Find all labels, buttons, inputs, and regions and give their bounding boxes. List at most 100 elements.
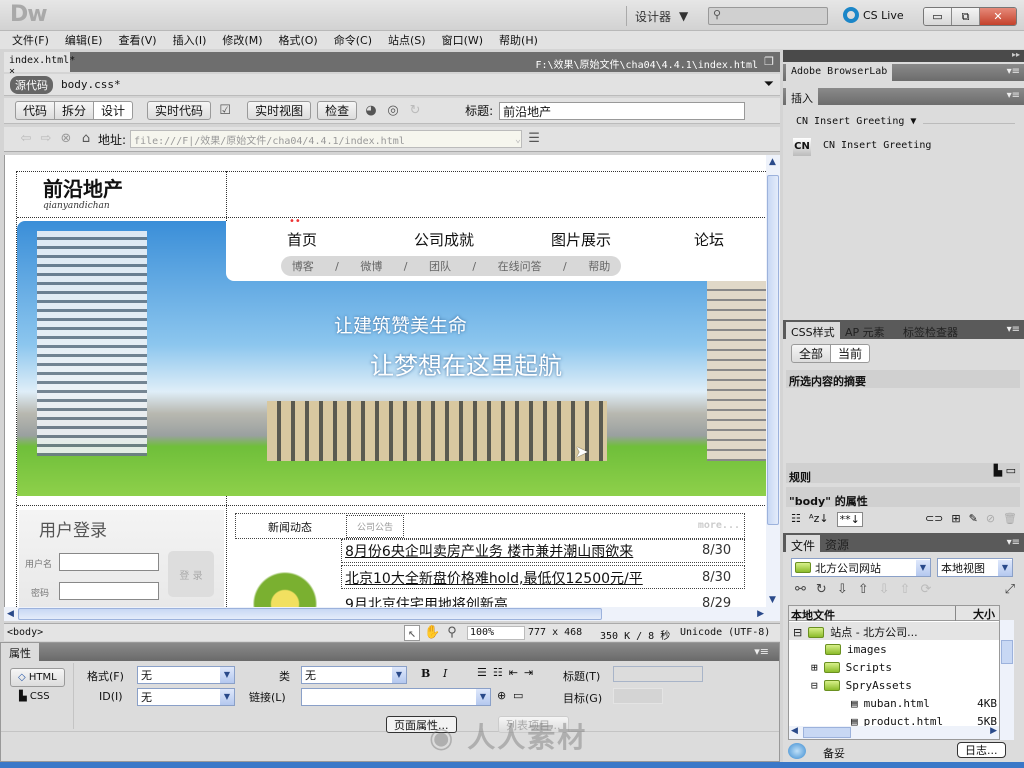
class-select[interactable]: 无 ▼ <box>301 666 407 684</box>
ordered-list-icon[interactable]: ☷ <box>493 666 503 679</box>
inspect-button[interactable]: 检查 <box>317 101 358 120</box>
delete-icon[interactable]: 🗑 <box>1003 512 1017 527</box>
set-properties-icon[interactable]: **↓ <box>836 512 863 527</box>
refresh-icon[interactable]: ↻ <box>816 582 827 597</box>
tab-announcements[interactable]: 公司公告 <box>346 515 405 538</box>
col-local-files[interactable]: 本地文件 <box>791 607 835 623</box>
stop-icon[interactable]: ⊗ <box>58 131 74 147</box>
panel-menu-icon[interactable]: ▾≡ <box>1007 324 1020 335</box>
css-all-button[interactable]: 全部 <box>791 344 832 363</box>
tree-item-site-root[interactable]: ⊟ 站点 - 北方公司... <box>793 624 918 640</box>
tab-assets[interactable]: 资源 <box>825 536 849 553</box>
target-select[interactable] <box>613 688 663 704</box>
connect-icon[interactable]: ⚯ <box>795 582 806 597</box>
tree-item-scripts[interactable]: ⊞ Scripts <box>811 661 892 674</box>
tab-browserlab[interactable]: Adobe BrowserLab <box>786 64 893 81</box>
menu-edit[interactable]: 编辑(E) <box>65 32 103 48</box>
file-tree-hscrollbar[interactable]: ◀ ▶ <box>789 726 999 739</box>
help-search-input[interactable]: ⚲ <box>708 7 828 25</box>
panel-menu-icon[interactable]: ▾≡ <box>1007 90 1020 101</box>
view-select[interactable]: 本地视图 ▼ <box>937 558 1013 577</box>
panel-menu-icon[interactable]: ▾≡ <box>1007 537 1020 548</box>
indent-icon[interactable]: ⇥ <box>524 666 533 679</box>
split-view-button[interactable]: 拆分 <box>54 101 95 120</box>
rules-view-icon[interactable]: ▙ ▭ <box>994 464 1016 477</box>
menu-site[interactable]: 站点(S) <box>388 32 426 48</box>
zoom-select[interactable]: 100% <box>467 626 525 640</box>
menu-window[interactable]: 窗口(W) <box>442 32 483 48</box>
home-icon[interactable]: ⌂ <box>78 131 94 147</box>
attach-stylesheet-icon[interactable]: ⊂⊃ <box>925 512 943 527</box>
menu-insert[interactable]: 插入(I) <box>173 32 207 48</box>
visual-aids-icon[interactable]: ◎ <box>385 103 401 119</box>
expand-icon[interactable]: ⤢ <box>1005 582 1015 597</box>
related-file-body-css[interactable]: body.css* <box>61 78 121 91</box>
tab-css-styles[interactable]: CSS样式 <box>786 322 840 339</box>
css-current-button[interactable]: 当前 <box>830 344 871 363</box>
tab-news[interactable]: 新闻动态 <box>268 519 312 535</box>
minimize-button[interactable]: ▭ <box>924 8 952 25</box>
refresh-icon[interactable]: ↻ <box>407 103 423 119</box>
put-files-icon[interactable]: ⇧ <box>858 582 869 597</box>
tab-index-html[interactable]: index.html* × <box>4 52 75 77</box>
horizontal-scrollbar[interactable]: ◀ ▶ <box>4 607 780 621</box>
source-code-button[interactable]: 源代码 <box>10 75 53 94</box>
live-view-button[interactable]: 实时视图 <box>247 101 312 120</box>
validate-icon[interactable]: ☑ <box>217 103 233 119</box>
window-size[interactable]: 777 x 468 <box>528 627 582 638</box>
unordered-list-icon[interactable]: ☰ <box>477 666 487 679</box>
news-item-2[interactable]: 北京10大全新盘价格难hold,最低仅12500元/平 <box>345 568 643 588</box>
tree-item-images[interactable]: images <box>825 643 887 656</box>
restore-button[interactable]: ⧉ <box>952 8 980 25</box>
news-item-3[interactable]: 9月北京住宅用地将创新高 <box>345 594 508 607</box>
news-item-1[interactable]: 8月份6央企叫卖房产业务 楼市兼并潮山雨欲来 <box>345 541 633 561</box>
page-title-input[interactable]: 前沿地产 <box>499 101 746 120</box>
format-select[interactable]: 无 ▼ <box>137 666 235 684</box>
filter-icon[interactable]: ⏷ <box>764 77 774 92</box>
vertical-scrollbar[interactable]: ▲ ▼ <box>766 155 780 607</box>
nav-achievements[interactable]: 公司成就 <box>414 229 474 250</box>
css-mode-button[interactable]: ▙ CSS <box>19 691 50 702</box>
browse-options-icon[interactable]: ☰ <box>526 131 542 147</box>
menu-format[interactable]: 格式(O) <box>278 32 317 48</box>
cs-live-button[interactable]: CS Live <box>843 7 904 23</box>
tab-tag-inspector[interactable]: 标签检查器 <box>903 324 958 340</box>
more-link[interactable]: more... <box>698 520 740 531</box>
point-to-file-icon[interactable]: ⊕ <box>497 689 506 702</box>
panel-menu-icon[interactable]: ▾≡ <box>1007 66 1020 77</box>
design-view-button[interactable]: 设计 <box>93 101 134 120</box>
menu-commands[interactable]: 命令(C) <box>334 32 372 48</box>
properties-tab[interactable]: 属性 <box>1 643 39 661</box>
bold-button[interactable]: B <box>421 667 430 680</box>
menu-view[interactable]: 查看(V) <box>118 32 156 48</box>
id-select[interactable]: 无 ▼ <box>137 688 235 706</box>
html-mode-button[interactable]: ◇ HTML <box>10 668 65 687</box>
sub-nav-qa[interactable]: 在线问答 <box>498 258 542 274</box>
check-in-icon[interactable]: ⇧ <box>900 582 911 597</box>
panel-menu-icon[interactable]: ▾≡ <box>746 643 777 661</box>
workspace-switcher[interactable]: 设计器 ▼ <box>626 6 688 26</box>
tab-files[interactable]: 文件 <box>786 535 821 553</box>
link-input[interactable]: ▼ <box>301 688 491 706</box>
username-input[interactable] <box>59 553 159 571</box>
nav-gallery[interactable]: 图片展示 <box>551 229 611 250</box>
file-tree-vscrollbar[interactable] <box>1000 620 1014 740</box>
menu-modify[interactable]: 修改(M) <box>222 32 262 48</box>
design-view[interactable]: 前沿地产 qianyandichan •• 首页 公司成就 图片展示 论坛 博客… <box>4 155 766 607</box>
address-input[interactable]: file:///F|/效果/原始文件/cha04/4.4.1/index.htm… <box>130 130 523 148</box>
get-files-icon[interactable]: ⇩ <box>837 582 848 597</box>
category-view-icon[interactable]: ☷ <box>791 512 801 527</box>
collapse-dock-icon[interactable]: ▸▸ <box>783 50 1024 62</box>
nav-home[interactable]: 首页 <box>287 229 317 250</box>
sub-nav-blog[interactable]: 博客 <box>292 258 314 274</box>
site-select[interactable]: 北方公司网站 ▼ <box>791 558 931 577</box>
sub-nav-team[interactable]: 团队 <box>429 258 451 274</box>
alpha-view-icon[interactable]: ᴬz↓ <box>809 512 829 527</box>
hand-tool-icon[interactable]: ✋ <box>424 625 440 641</box>
title-attr-input[interactable] <box>613 666 703 682</box>
sub-nav-weibo[interactable]: 微博 <box>360 258 382 274</box>
forward-icon[interactable]: ⇨ <box>38 131 54 147</box>
insert-item-cn-greeting[interactable]: CN Insert Greeting <box>823 140 931 151</box>
back-icon[interactable]: ⇦ <box>18 131 34 147</box>
tree-item-muban-html[interactable]: ▤ muban.html 4KB <box>851 697 997 710</box>
